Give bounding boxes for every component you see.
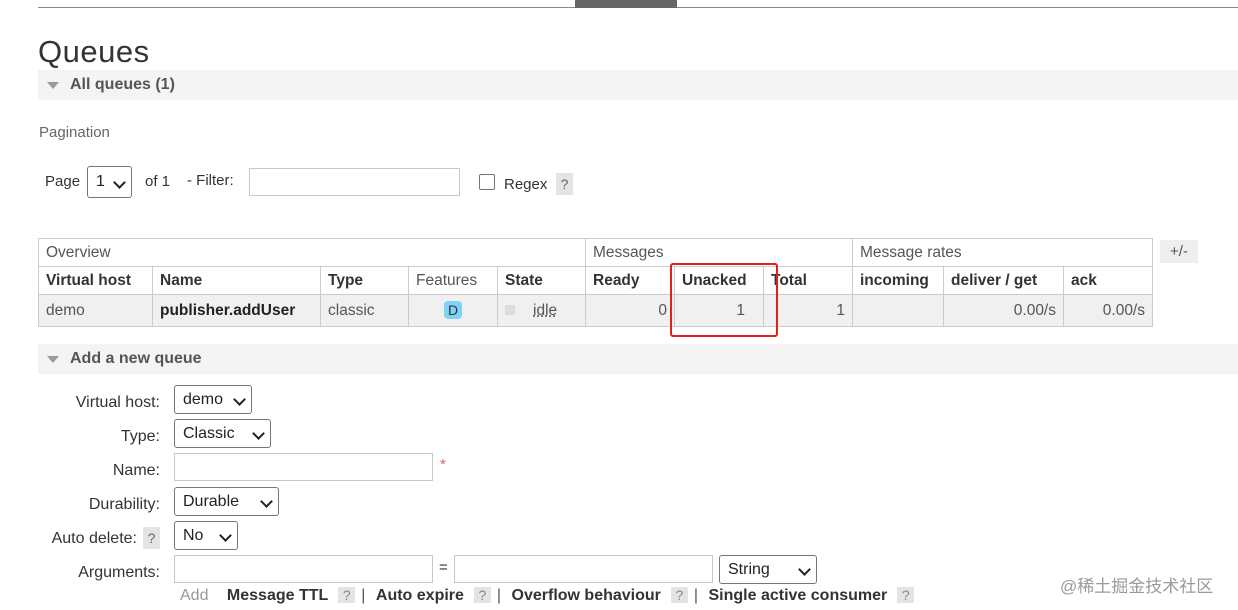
argument-key-input[interactable] [174,555,433,583]
vhost-label: Virtual host: [75,394,160,411]
col-type[interactable]: Type [320,266,409,295]
col-incoming[interactable]: incoming [852,266,944,295]
required-asterisk: * [440,456,446,473]
regex-help-icon[interactable]: ? [556,173,573,195]
all-queues-section-header[interactable]: All queues (1) [38,70,1238,100]
col-ready[interactable]: Ready [585,266,675,295]
cell-type: classic [320,294,409,327]
col-deliver-get[interactable]: deliver / get [943,266,1064,295]
queue-name-link[interactable]: publisher.addUser [152,294,321,327]
name-label: Name: [112,462,160,479]
collapse-triangle-icon [47,356,59,363]
auto-expire-link[interactable]: Auto expire [376,587,464,604]
message-rates-group-header: Message rates [852,238,1153,267]
auto-delete-select-value: No [183,527,204,544]
argument-type-value: String [728,561,770,578]
watermark-text: @稀土掘金技术社区 [1060,577,1214,596]
durability-select-value: Durable [183,493,240,510]
arguments-label: Arguments: [78,564,160,581]
columns-toggle-button[interactable]: +/- [1160,240,1198,263]
filter-input[interactable] [249,168,460,196]
durable-feature-badge: D [444,301,463,319]
cell-deliver-get: 0.00/s [943,294,1064,327]
cell-state: idle [497,294,586,327]
auto-delete-label: Auto delete: [51,530,137,547]
col-ack[interactable]: ack [1063,266,1153,295]
argument-type-select[interactable]: String [719,555,817,584]
chevron-down-icon [219,529,232,542]
equals-sign: = [439,559,448,576]
auto-delete-help-icon[interactable]: ? [143,527,160,549]
argument-value-input[interactable] [454,555,713,583]
cell-ready: 0 [585,294,675,327]
col-features: Features [408,266,498,295]
vhost-select[interactable]: demo [174,385,252,414]
queues-table: Overview Messages Message rates Virtual … [38,238,1153,327]
single-active-consumer-link[interactable]: Single active consumer [709,587,888,604]
separator: | [693,587,699,604]
of-pages-label: of 1 [145,173,171,190]
add-queue-label: Add a new queue [70,350,202,367]
all-queues-label: All queues (1) [70,76,175,93]
auto-delete-select[interactable]: No [174,521,238,550]
cell-vhost: demo [38,294,153,327]
state-text: idle [533,301,558,319]
page-select[interactable]: 1 [87,166,132,198]
chevron-down-icon [252,427,265,440]
collapse-triangle-icon [47,82,59,89]
vhost-select-value: demo [183,391,224,408]
col-state[interactable]: State [497,266,586,295]
add-queue-section-header[interactable]: Add a new queue [38,344,1238,374]
durability-label: Durability: [88,496,160,513]
argument-shortcuts: Add Message TTL? | Auto expire? | Overflow… [180,587,920,605]
durability-select[interactable]: Durable [174,487,279,516]
cell-ack: 0.00/s [1063,294,1153,327]
page-label: Page [45,173,81,190]
separator: | [496,587,502,604]
add-label: Add [180,587,209,604]
unacked-highlight-box [670,263,778,337]
regex-checkbox[interactable] [479,174,495,190]
queue-name-input[interactable] [174,453,433,481]
auto-expire-help-icon[interactable]: ? [473,587,491,603]
chevron-down-icon [798,563,811,576]
page-title: Queues [38,34,150,69]
table-row: demo publisher.addUser classic D idle 0 … [38,294,1153,327]
overview-group-header: Overview [38,238,586,267]
overflow-behaviour-help-icon[interactable]: ? [670,587,688,603]
cell-incoming [852,294,944,327]
chevron-down-icon [233,393,246,406]
separator: | [361,587,366,604]
pagination-label: Pagination [39,124,110,141]
chevron-down-icon [260,495,273,508]
type-select-value: Classic [183,425,235,442]
message-ttl-help-icon[interactable]: ? [338,587,356,603]
page-select-value: 1 [96,173,105,190]
filter-label: - Filter: [187,172,234,189]
chevron-down-icon [113,176,126,189]
active-nav-tab-indicator[interactable] [575,0,677,8]
message-ttl-link[interactable]: Message TTL [227,587,328,604]
cell-features: D [408,294,498,327]
col-name[interactable]: Name [152,266,321,295]
type-select[interactable]: Classic [174,419,271,448]
single-active-consumer-help-icon[interactable]: ? [897,587,915,603]
state-indicator-icon [505,305,515,316]
type-label: Type: [120,428,160,445]
overflow-behaviour-link[interactable]: Overflow behaviour [512,587,661,604]
col-virtual-host[interactable]: Virtual host [38,266,153,295]
regex-label: Regex [504,176,548,193]
